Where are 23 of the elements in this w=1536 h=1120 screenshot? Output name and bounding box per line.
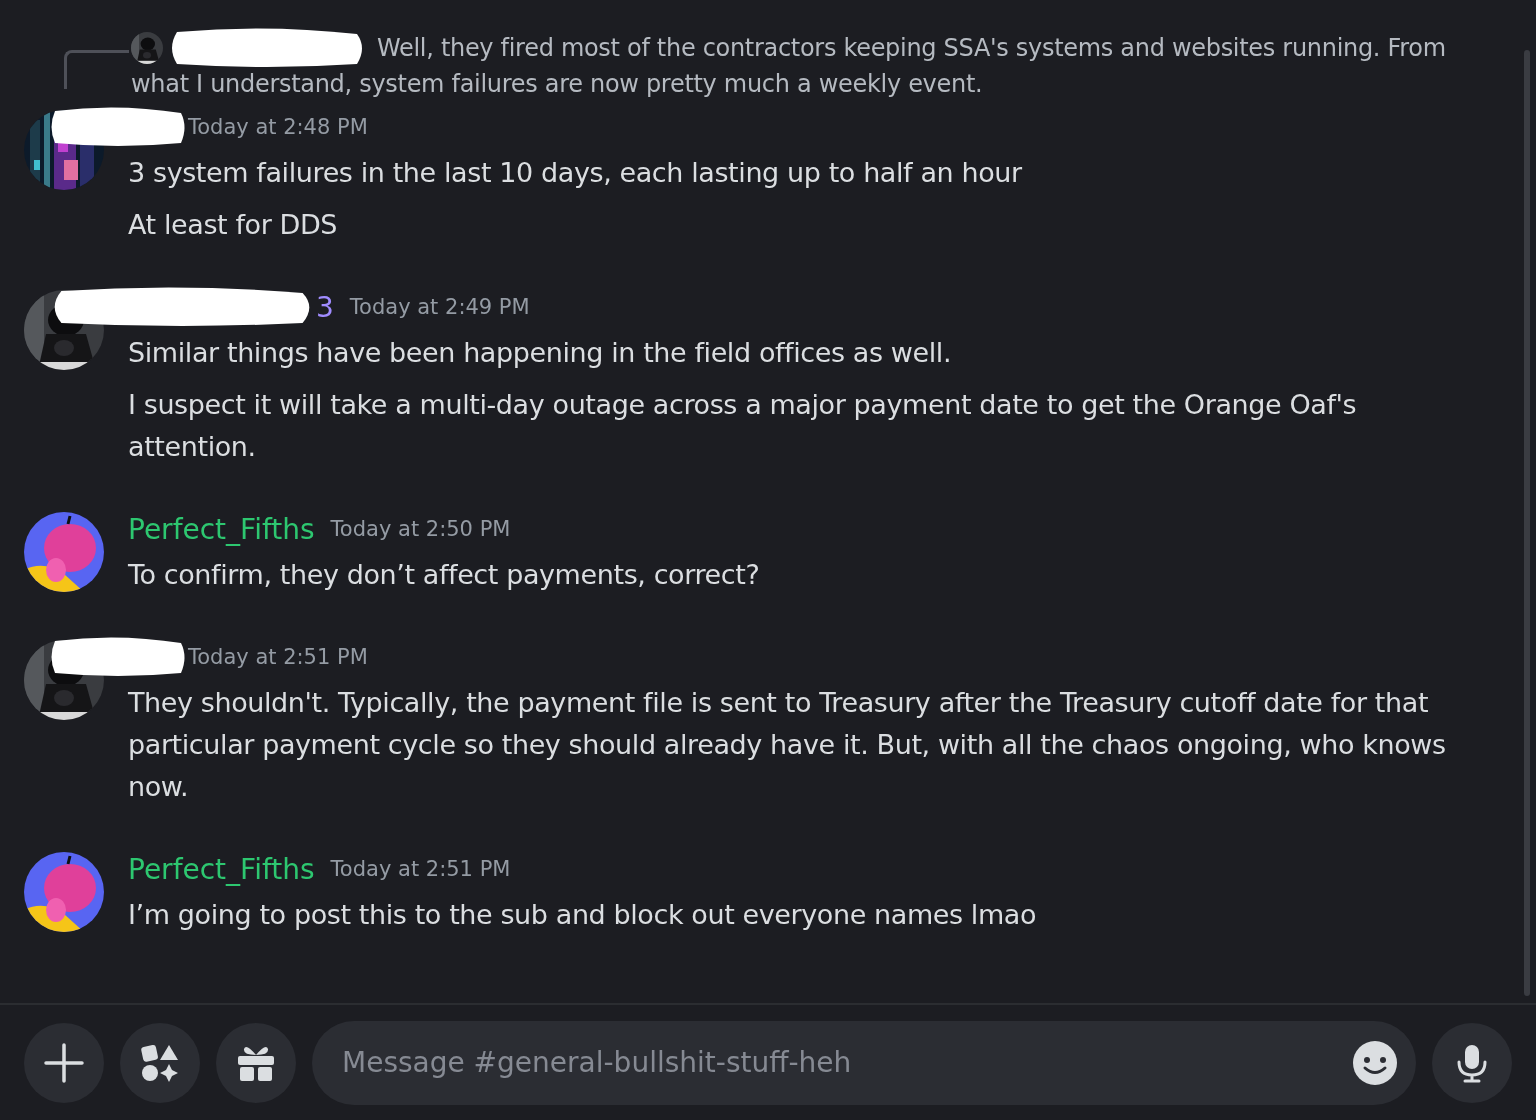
timestamp: Today at 2:51 PM [330, 857, 511, 881]
timestamp: Today at 2:50 PM [330, 517, 511, 541]
plus-icon [44, 1042, 84, 1083]
message-text: They shouldn't. Typically, the payment file is sent to Treasury after the Treasury cutoff date for that particular payment cycle so they should already have it. But, with all the chaos ongoing, who knows now. [128, 686, 1447, 804]
message-text: 3 system failures in the last 10 days, each lasting up to half an hour [128, 156, 1023, 190]
message-field[interactable]: Message #general-bullshit-stuff-heh [312, 1020, 1416, 1105]
username[interactable]: Perfect_Fifths [128, 512, 315, 546]
username[interactable]: Perfect_Fifths [128, 852, 315, 886]
username[interactable]: 3 [316, 290, 334, 324]
timestamp: Today at 2:48 PM [188, 115, 368, 139]
message-text: To confirm, they don’t affect payments, correct? [128, 558, 761, 592]
scrollbar[interactable] [1524, 50, 1530, 996]
shapes-icon [140, 1042, 180, 1083]
message-text: Similar things have been happening in the field offices as well. [128, 336, 953, 370]
message-input[interactable]: Message #general-bullshit-stuff-heh [340, 1045, 1352, 1080]
timestamp: Today at 2:49 PM [349, 295, 530, 319]
message-text: At least for DDS [128, 208, 339, 242]
message-text: I’m going to post this to the sub and block out everyone names lmao [128, 898, 1038, 932]
timestamp: Today at 2:51 PM [188, 645, 368, 669]
reply-preview-text[interactable]: Well, they fired most of the contractors keeping SSA's systems and websites running. From what I understand, system failures are now pretty much a weekly event. [131, 30, 1476, 102]
message-text: I suspect it will take a multi-day outage across a major payment date to get the Orange Oaf's attention. [128, 388, 1358, 464]
emoji-icon[interactable] [1352, 1039, 1398, 1086]
reply-connector [64, 50, 129, 89]
